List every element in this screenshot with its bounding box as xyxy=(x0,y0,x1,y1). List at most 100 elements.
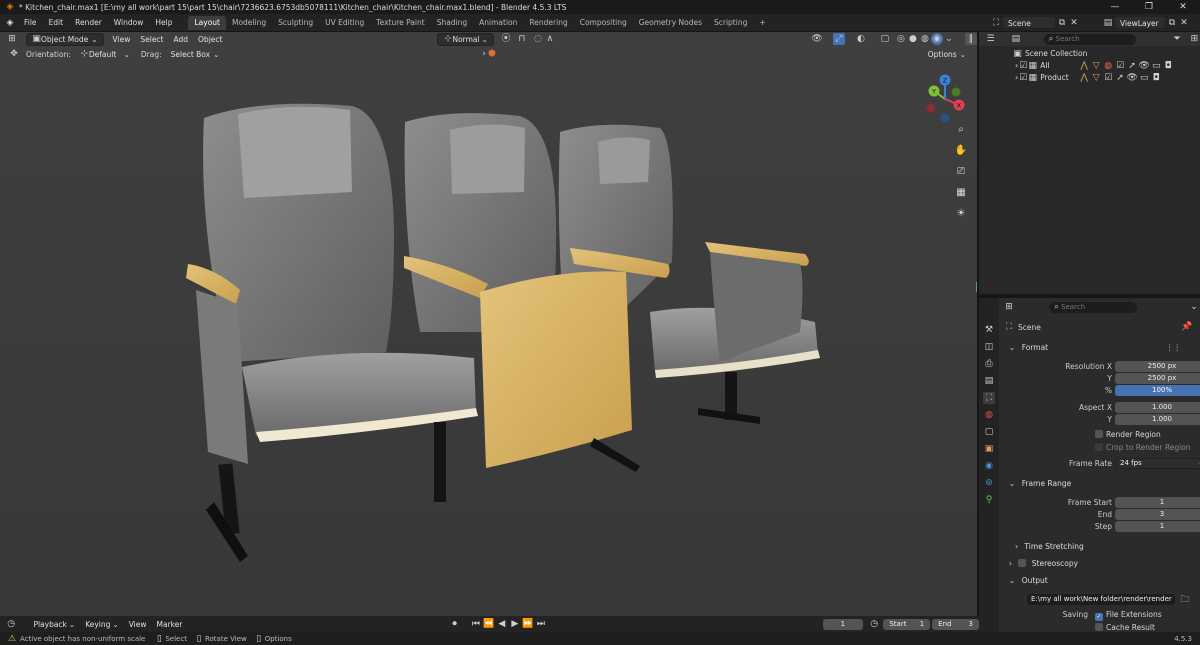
render-region-checkbox[interactable] xyxy=(1095,430,1103,438)
selectable-arrow-icon[interactable]: ➚ xyxy=(1126,60,1138,72)
tab-scripting[interactable]: Scripting xyxy=(708,16,753,30)
tab-shading[interactable]: Shading xyxy=(431,16,473,30)
scene-selector[interactable]: ⛶ Scene ⧉ ✕ xyxy=(990,16,1080,29)
clock-icon[interactable]: ◷ xyxy=(869,618,879,630)
menu-timeline-view[interactable]: View xyxy=(124,618,152,631)
perspective-grid-icon[interactable]: ▦ xyxy=(952,183,970,201)
proportional-edit-icon[interactable]: ◌ xyxy=(532,33,544,45)
exclude-checkbox-icon[interactable]: ☑ xyxy=(1102,72,1114,84)
xray-toggle-icon[interactable]: ▢ xyxy=(879,33,891,45)
options-dropdown[interactable]: Options ⌄ xyxy=(923,48,971,61)
tab-sculpting[interactable]: Sculpting xyxy=(272,16,319,30)
3d-viewport[interactable]: ⊞ ▣ Object Mode ⌄ View Select Add Object… xyxy=(0,32,977,616)
scene-tab-icon[interactable]: ⛶ xyxy=(983,392,995,404)
aspect-x-field[interactable]: 1.000 xyxy=(1115,402,1200,413)
selectable-arrow-icon[interactable]: ➚ xyxy=(1114,72,1126,84)
tab-layout[interactable]: Layout xyxy=(188,15,226,30)
new-scene-icon[interactable]: ⧉ xyxy=(1056,17,1068,29)
scene-name[interactable]: Scene xyxy=(1002,16,1056,29)
tab-geometry-nodes[interactable]: Geometry Nodes xyxy=(633,16,708,30)
jump-end-icon[interactable]: ⏭ xyxy=(535,618,547,630)
frame-step-field[interactable]: 1 xyxy=(1115,521,1200,532)
output-path-field[interactable]: E:\my all work\New folder\render\render xyxy=(1027,594,1175,605)
collection-row-all[interactable]: › ☑ ▦ All ⋀ ▽ ◍ ☑ ➚ 👁 ▭ ◘ xyxy=(979,60,1200,72)
frame-range-panel-header[interactable]: ⌄ Frame Range xyxy=(1001,477,1197,491)
outliner-search[interactable]: ⌕ Search xyxy=(1043,33,1136,45)
world-tab-icon[interactable]: ◍ xyxy=(983,409,995,421)
pin-icon[interactable]: 📌 xyxy=(1181,321,1193,333)
snap-icon[interactable]: ⊓ xyxy=(516,33,528,45)
neg-y-axis-handle[interactable] xyxy=(951,87,961,97)
timeline-editor-icon[interactable]: ◷ xyxy=(6,618,16,630)
viewlayer-name[interactable]: ViewLayer xyxy=(1114,16,1166,29)
properties-editor-icon[interactable]: ⊞ xyxy=(1003,301,1015,313)
object-tab-icon[interactable]: ▣ xyxy=(983,443,995,455)
delete-viewlayer-icon[interactable]: ✕ xyxy=(1178,17,1190,29)
menu-keying[interactable]: Keying ⌄ xyxy=(80,618,124,631)
navigation-gizmo[interactable]: X Y Z xyxy=(918,72,972,126)
menu-edit[interactable]: Edit xyxy=(43,14,70,32)
tab-animation[interactable]: Animation xyxy=(473,16,523,30)
scene-collection-row[interactable]: ▣ Scene Collection xyxy=(979,48,1200,60)
view-layer-tab-icon[interactable]: ▤ xyxy=(983,375,995,387)
menu-add[interactable]: Add xyxy=(169,33,194,46)
exclude-checkbox-icon[interactable]: ☑ xyxy=(1114,60,1126,72)
record-icon[interactable]: ⏺ xyxy=(449,618,459,630)
constraints-tab-icon[interactable]: ⊚ xyxy=(983,477,995,489)
viewlayer-selector[interactable]: ▤ ViewLayer ⧉ ✕ xyxy=(1102,16,1190,29)
neg-x-axis-handle[interactable] xyxy=(926,103,936,113)
jump-start-icon[interactable]: ⏮ xyxy=(470,618,482,630)
render-tab-icon[interactable]: ◫ xyxy=(983,341,995,353)
orientation-dropdown[interactable]: ⊹ Default ⌄ xyxy=(75,48,135,61)
drag-dropdown[interactable]: Select Box ⌄ xyxy=(166,48,225,61)
close-icon[interactable]: ✕ xyxy=(1166,0,1200,14)
outliner-editor-icon[interactable]: ☰ xyxy=(985,33,996,45)
new-viewlayer-icon[interactable]: ⧉ xyxy=(1166,17,1178,29)
play-reverse-icon[interactable]: ◀ xyxy=(496,618,508,630)
next-keyframe-icon[interactable]: ⏩ xyxy=(522,618,534,630)
output-panel-header[interactable]: ⌄ Output xyxy=(1001,574,1197,588)
data-tab-icon[interactable]: ⚲ xyxy=(983,494,995,506)
end-frame-field[interactable]: End 3 xyxy=(932,618,979,630)
overlay-toggle-icon[interactable]: ◐ xyxy=(855,33,867,45)
tab-modeling[interactable]: Modeling xyxy=(226,16,272,30)
solid-shading-icon[interactable]: ● xyxy=(907,33,919,45)
light-bulb-icon[interactable]: ☀ xyxy=(952,204,970,222)
editor-type-icon[interactable]: ⊞ xyxy=(6,33,18,45)
monitor-icon[interactable]: ▭ xyxy=(1150,60,1162,72)
frame-start-field[interactable]: 1 xyxy=(1115,497,1200,508)
minimize-icon[interactable]: — xyxy=(1098,0,1132,14)
pan-hand-icon[interactable]: ✋ xyxy=(952,141,970,159)
eye-icon[interactable]: 👁 xyxy=(1138,60,1150,72)
eye-icon[interactable]: 👁 xyxy=(1126,72,1138,84)
file-extensions-checkbox[interactable]: ✓ xyxy=(1095,613,1103,621)
menu-window[interactable]: Window xyxy=(108,14,150,32)
monitor-icon[interactable]: ▭ xyxy=(1138,72,1150,84)
tab-uv-editing[interactable]: UV Editing xyxy=(319,16,370,30)
menu-playback[interactable]: Playback ⌄ xyxy=(28,618,80,631)
options-chevron-icon[interactable]: ⌄ xyxy=(1188,301,1200,313)
tab-compositing[interactable]: Compositing xyxy=(574,16,633,30)
tab-texture-paint[interactable]: Texture Paint xyxy=(370,16,430,30)
folder-icon[interactable]: 🗀 xyxy=(1179,594,1191,606)
menu-file[interactable]: File xyxy=(18,14,43,32)
menu-render[interactable]: Render xyxy=(69,14,108,32)
stereoscopy-checkbox[interactable] xyxy=(1018,559,1027,567)
tool-tab-icon[interactable]: ⚒ xyxy=(983,324,995,336)
play-icon[interactable]: ▶ xyxy=(509,618,521,630)
cache-result-checkbox[interactable] xyxy=(1095,623,1103,631)
output-tab-icon[interactable]: ⎙ xyxy=(983,358,995,370)
resolution-y-field[interactable]: 2500 px xyxy=(1115,373,1200,384)
start-frame-field[interactable]: Start 1 xyxy=(883,618,931,630)
sidebar-toggle-icon[interactable]: ‖ xyxy=(964,33,977,45)
tab-rendering[interactable]: Rendering xyxy=(523,16,573,30)
render-region-row[interactable]: Render Region xyxy=(1095,430,1200,442)
stereoscopy-panel-header[interactable]: › Stereoscopy xyxy=(1001,557,1197,571)
filter-icon[interactable]: ⏷ xyxy=(1172,33,1183,45)
menu-select[interactable]: Select xyxy=(135,33,168,46)
delete-scene-icon[interactable]: ✕ xyxy=(1068,17,1080,29)
menu-view[interactable]: View xyxy=(108,33,136,46)
menu-object[interactable]: Object xyxy=(193,33,227,46)
neg-z-axis-handle[interactable] xyxy=(940,113,950,123)
zoom-icon[interactable]: ⌕ xyxy=(952,120,970,138)
